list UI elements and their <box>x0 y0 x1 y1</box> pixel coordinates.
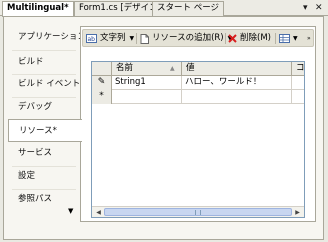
add-resource-button[interactable]: リソースの追加(R) ▼ <box>140 32 232 45</box>
resource-comment-cell[interactable] <box>292 76 304 90</box>
table-row[interactable]: ✎ String1 ハロー、ワールド！ <box>92 76 304 90</box>
strings-category-button[interactable]: ab 文字列 ▼ <box>86 32 134 45</box>
sidebar-item-services[interactable]: サービス <box>8 142 80 165</box>
delete-icon <box>228 34 237 43</box>
column-header-value[interactable]: 値 <box>182 62 292 76</box>
delete-label: 削除(M) <box>240 33 271 43</box>
scrollbar-grip <box>195 210 201 215</box>
toolbar-divider <box>136 33 137 44</box>
grid-corner-cell <box>92 62 112 76</box>
tab-start-page[interactable]: スタート ページ <box>152 1 225 16</box>
sidebar-item-resources[interactable]: リソース* <box>8 119 82 142</box>
resource-name-cell[interactable] <box>112 90 182 104</box>
toolbar-divider <box>275 33 276 44</box>
tab-list-dropdown-icon[interactable]: ▾ <box>303 2 308 14</box>
resource-name-cell[interactable]: String1 <box>112 76 182 90</box>
sidebar-item-settings[interactable]: 設定 <box>8 165 80 188</box>
resources-toolbar: ab 文字列 ▼ リソースの追加(R) ▼ 削除(M) ▼ » <box>82 29 314 47</box>
strings-label: 文字列 <box>100 33 126 43</box>
row-edit-marker[interactable]: ✎ <box>92 76 112 90</box>
column-header-name[interactable]: 名前 ▲ <box>112 62 182 76</box>
chevron-down-icon[interactable]: ▼ <box>293 32 298 45</box>
tab-multilingual[interactable]: Multilingual* <box>2 1 74 17</box>
resource-grid: 名前 ▲ 値 コメ ✎ String1 ハロー、ワールド！ * ◀ ▶ <box>91 61 305 218</box>
svg-text:ab: ab <box>88 36 96 43</box>
grid-header: 名前 ▲ 値 コメ <box>92 62 304 76</box>
close-icon[interactable]: ✕ <box>315 2 323 14</box>
strings-icon: ab <box>86 34 97 43</box>
project-designer-sidebar: アプリケーション ビルド ビルド イベント デバッグ リソース* サービス 設定… <box>8 26 86 234</box>
toolbar-overflow-icon[interactable]: » <box>307 32 311 45</box>
scroll-right-icon[interactable]: ▶ <box>292 208 303 217</box>
sort-ascending-icon: ▲ <box>170 65 175 72</box>
resource-value-cell[interactable]: ハロー、ワールド！ <box>182 76 292 90</box>
row-new-marker[interactable]: * <box>92 90 112 104</box>
column-header-comment[interactable]: コメ <box>292 62 304 76</box>
scroll-left-icon[interactable]: ◀ <box>93 208 104 217</box>
toolbar-divider <box>225 33 226 44</box>
sidebar-scroll-down-icon[interactable]: ▼ <box>68 207 73 215</box>
delete-button[interactable]: 削除(M) <box>228 32 271 45</box>
sidebar-item-build[interactable]: ビルド <box>8 51 80 74</box>
column-header-name-label: 名前 <box>116 63 134 73</box>
document-tab-strip: Multilingual* Form1.cs [デザイン] スタート ページ ▾… <box>0 0 328 17</box>
chevron-down-icon[interactable]: ▼ <box>130 32 135 45</box>
horizontal-scrollbar[interactable]: ◀ ▶ <box>92 206 304 217</box>
add-resource-icon <box>140 33 149 44</box>
sidebar-item-application[interactable]: アプリケーション <box>8 26 86 49</box>
table-row[interactable]: * <box>92 90 304 104</box>
resource-comment-cell[interactable] <box>292 90 304 104</box>
resource-value-cell[interactable] <box>182 90 292 104</box>
scrollbar-thumb[interactable] <box>104 208 292 216</box>
sidebar-item-debug[interactable]: デバッグ <box>8 96 80 119</box>
sidebar-item-build-events[interactable]: ビルド イベント <box>8 73 80 96</box>
views-button[interactable]: ▼ <box>279 32 298 45</box>
add-resource-label: リソースの追加(R) <box>152 33 224 43</box>
grid-view-icon <box>279 34 290 43</box>
